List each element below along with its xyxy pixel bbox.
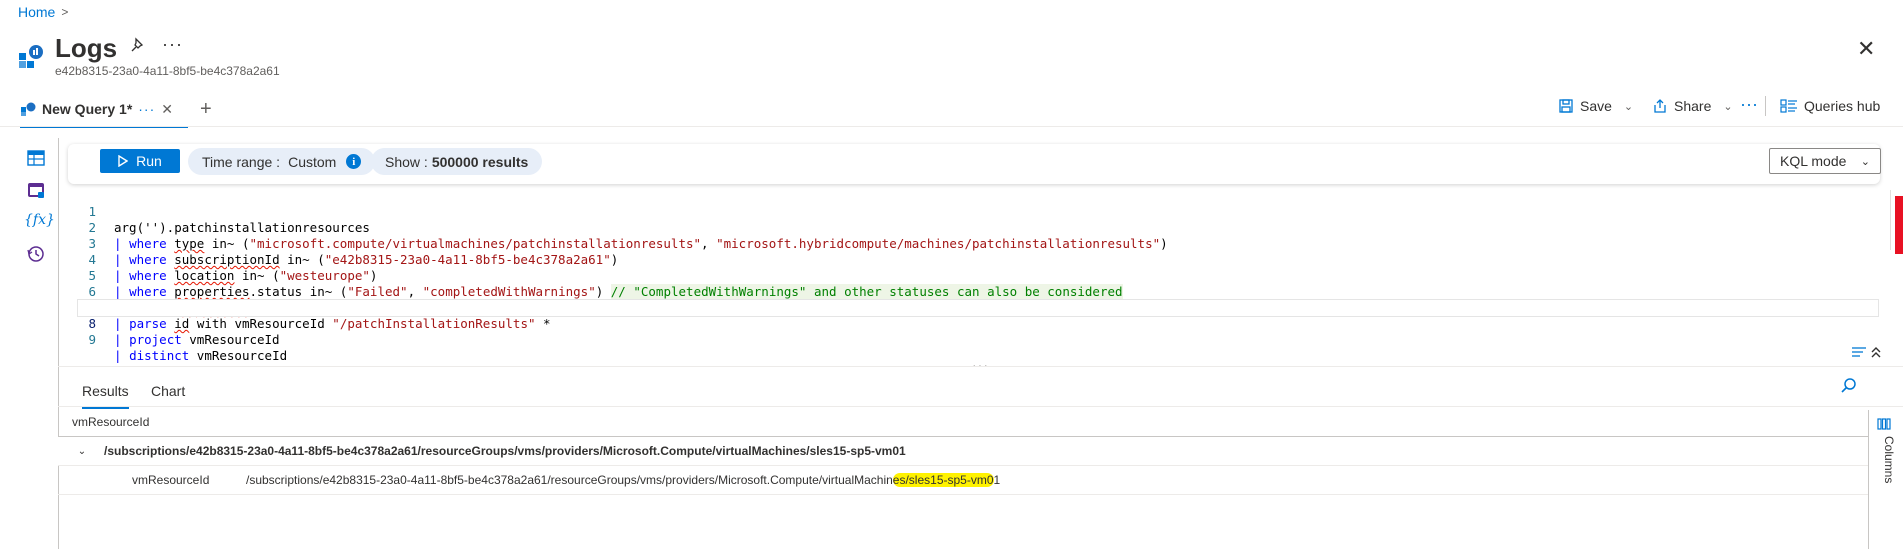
queries-hub-label: Queries hub bbox=[1804, 98, 1881, 114]
history-icon[interactable] bbox=[26, 244, 46, 264]
code-line: 4 | where location in~ ("westeurope") bbox=[78, 236, 1878, 283]
chevron-down-icon[interactable]: ⌄ bbox=[70, 446, 94, 457]
chevron-down-icon: ⌄ bbox=[1860, 155, 1870, 168]
columns-icon[interactable] bbox=[1876, 418, 1892, 430]
detail-key: vmResourceId bbox=[132, 473, 210, 487]
pin-icon[interactable] bbox=[130, 37, 146, 53]
group-row-value: /subscriptions/e42b8315-23a0-4a11-8bf5-b… bbox=[104, 444, 906, 458]
tables-icon[interactable] bbox=[26, 148, 46, 168]
info-icon[interactable]: i bbox=[346, 154, 362, 169]
query-tab-icon bbox=[21, 102, 36, 116]
add-tab-button[interactable]: + bbox=[200, 98, 212, 121]
page-title: Logs bbox=[55, 33, 118, 63]
pane-splitter-handle[interactable]: ··· bbox=[972, 357, 989, 373]
share-button[interactable]: Share ⌄ bbox=[1652, 98, 1733, 114]
code-line-current: 8 | project vmResourceId bbox=[77, 299, 1879, 347]
detail-value-highlight: es/sles15-sp5-vm0 bbox=[892, 473, 994, 487]
group-row[interactable]: ⌄ /subscriptions/e42b8315-23a0-4a11-8bf5… bbox=[58, 437, 1868, 466]
editor-scrollbar-track bbox=[1890, 190, 1891, 250]
results-right-divider bbox=[1868, 410, 1869, 549]
logs-icon bbox=[19, 45, 43, 68]
tab-chart[interactable]: Chart bbox=[151, 383, 185, 407]
code-line: 9 | distinct vmResourceId bbox=[78, 316, 1878, 363]
queries-hub-icon bbox=[1780, 99, 1797, 113]
tab-close-icon[interactable]: ✕ bbox=[161, 101, 173, 118]
breadcrumb-home-link[interactable]: Home bbox=[18, 4, 55, 20]
line-number: 9 bbox=[88, 332, 96, 347]
chevron-down-icon: ⌄ bbox=[1623, 100, 1634, 113]
code-line: 5 | where properties.status in~ ("Failed… bbox=[78, 252, 1878, 299]
detail-value-prefix: /subscriptions/e42b8315-23a0-4a11-8bf5-b… bbox=[246, 473, 893, 487]
tab-more-button[interactable]: ··· bbox=[138, 101, 155, 117]
search-icon[interactable] bbox=[1840, 377, 1858, 395]
save-label: Save bbox=[1580, 98, 1612, 114]
code-line: 7 | parse id with vmResourceId "/patchIn… bbox=[78, 284, 1878, 331]
chevron-down-icon: ⌄ bbox=[1723, 100, 1733, 113]
share-label: Share bbox=[1674, 98, 1712, 114]
share-icon bbox=[1654, 99, 1666, 113]
time-range-picker[interactable]: Time range : Custom i bbox=[188, 148, 376, 175]
detail-value-suffix: 1 bbox=[993, 473, 1001, 487]
save-button[interactable]: Save ⌄ bbox=[1558, 98, 1633, 114]
code-line: 3 | where subscriptionId in~ ("e42b8315-… bbox=[78, 220, 1878, 267]
columns-panel-toggle[interactable]: Columns bbox=[1882, 436, 1896, 483]
tabs-divider bbox=[0, 126, 1903, 127]
query-editor[interactable]: 1 arg('').patchinstallationresources 2 |… bbox=[77, 188, 1879, 363]
queries-icon[interactable] bbox=[26, 180, 46, 200]
detail-row: vmResourceId /subscriptions/e42b8315-23a… bbox=[58, 466, 1868, 495]
editor-divider bbox=[58, 366, 1903, 367]
results-tabs-divider bbox=[58, 406, 1903, 407]
close-icon[interactable]: ✕ bbox=[1857, 36, 1875, 62]
run-label: Run bbox=[136, 153, 162, 169]
detail-value[interactable]: /subscriptions/e42b8315-23a0-4a11-8bf5-b… bbox=[246, 473, 1000, 487]
breadcrumb: Home > bbox=[18, 4, 68, 20]
toolbar-divider bbox=[1765, 96, 1766, 116]
show-results-picker[interactable]: Show : 500000 results bbox=[371, 148, 543, 175]
editor-error-marker[interactable] bbox=[1895, 196, 1903, 254]
code-line: 2 | where type in~ ("microsoft.compute/v… bbox=[78, 204, 1878, 251]
save-icon bbox=[1559, 99, 1573, 113]
kql-mode-label: KQL mode bbox=[1780, 153, 1847, 169]
breadcrumb-separator: > bbox=[61, 5, 69, 19]
workspace-id: e42b8315-23a0-4a11-8bf5-be4c378a2a61 bbox=[55, 64, 280, 78]
code-line: 6 | where properties.lastModifiedDateTim… bbox=[78, 268, 1878, 315]
time-range-label: Time range : bbox=[202, 153, 281, 170]
tab-new-query-1[interactable]: New Query 1* ··· ✕ bbox=[20, 92, 188, 128]
toolbar-more-button[interactable]: ··· bbox=[1740, 94, 1758, 115]
kql-mode-select[interactable]: KQL mode ⌄ bbox=[1769, 148, 1881, 174]
time-range-value: Custom bbox=[288, 153, 337, 170]
queries-hub-button[interactable]: Queries hub bbox=[1780, 98, 1880, 114]
format-query-icon[interactable] bbox=[1850, 344, 1886, 360]
run-button[interactable]: Run bbox=[100, 149, 180, 173]
play-icon bbox=[118, 155, 129, 167]
tab-label: New Query 1* bbox=[42, 101, 133, 117]
code-line: 1 arg('').patchinstallationresources bbox=[78, 188, 1878, 235]
column-header-vmresourceid[interactable]: vmResourceId bbox=[72, 415, 149, 429]
show-value: 500000 results bbox=[431, 153, 529, 170]
functions-icon[interactable]: {fx} bbox=[24, 212, 55, 232]
title-more-button[interactable]: ··· bbox=[162, 34, 183, 55]
show-label: Show : bbox=[385, 153, 428, 170]
